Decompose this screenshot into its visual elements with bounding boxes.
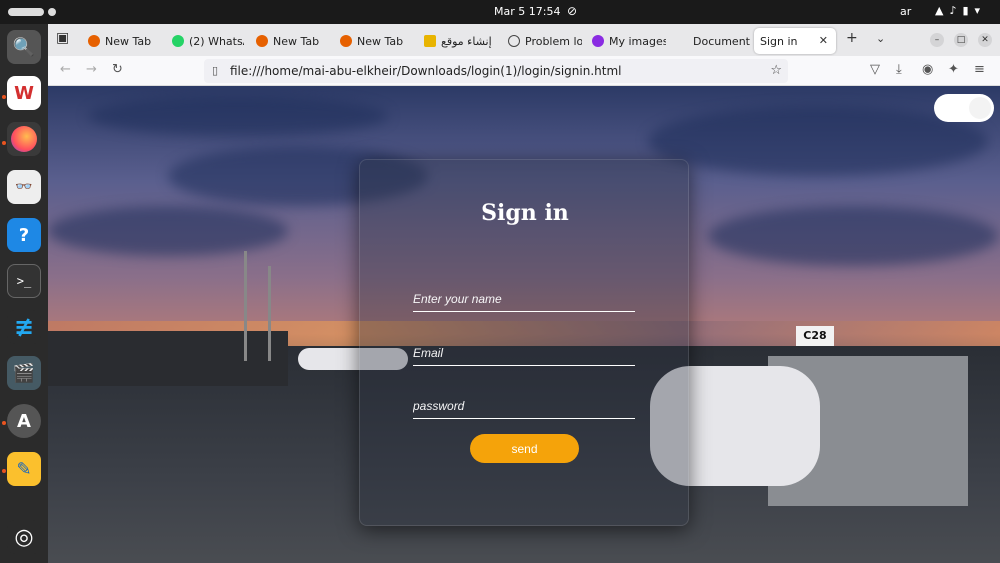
navigation-toolbar: ← → ↻ ▯ file:///home/mai-abu-elkheir/Dow… xyxy=(48,56,1000,86)
name-input[interactable] xyxy=(413,288,635,310)
running-indicator xyxy=(2,469,6,473)
forward-arrow-icon[interactable]: → xyxy=(86,62,97,77)
document-viewer-icon[interactable]: 👓 xyxy=(7,170,41,204)
firefox-window: ▣ New Tab (2) WhatsA New Tab New Tab إنش… xyxy=(48,24,1000,563)
app-center-icon[interactable]: A xyxy=(7,404,41,438)
tab-sign-in[interactable]: Sign in ✕ xyxy=(754,28,836,54)
send-button[interactable]: send xyxy=(470,434,579,463)
terminal-building xyxy=(48,331,288,386)
firefox-favicon xyxy=(256,35,268,47)
maximize-button[interactable]: □ xyxy=(954,33,968,47)
name-field xyxy=(413,288,635,312)
toggle-knob xyxy=(969,97,991,119)
extensions-icon[interactable]: ✦ xyxy=(948,62,959,77)
vscode-icon[interactable]: ≢ xyxy=(7,310,41,344)
list-tabs-chevron-icon[interactable]: ⌄ xyxy=(876,32,885,45)
wps-office-icon[interactable]: W xyxy=(7,76,41,110)
page-viewport: C28 Sign in send xyxy=(48,86,1000,563)
help-icon[interactable]: ? xyxy=(7,218,41,252)
system-top-bar: Mar 5 17:54 ⊘ ar ▲♪▮▾ xyxy=(0,0,1000,24)
tab-problem-loading[interactable]: Problem lo xyxy=(502,28,582,54)
password-input[interactable] xyxy=(413,395,635,417)
running-indicator xyxy=(2,141,6,145)
site-favicon xyxy=(424,35,436,47)
workspace-indicator[interactable] xyxy=(8,8,44,16)
tab-label: إنشاء موقع xyxy=(441,34,492,48)
url-text: file:///home/mai-abu-elkheir/Downloads/l… xyxy=(230,64,622,78)
gate-sign: C28 xyxy=(796,326,834,346)
text-editor-icon[interactable]: ✎ xyxy=(7,452,41,486)
blank-favicon xyxy=(676,35,688,47)
tab-new-tab-2[interactable]: New Tab xyxy=(250,28,330,54)
system-clock[interactable]: Mar 5 17:54 xyxy=(494,5,560,18)
workspace-dot[interactable] xyxy=(48,8,56,16)
downloads-icon[interactable]: ⤓ xyxy=(896,62,902,77)
signin-title: Sign in xyxy=(481,200,569,226)
firefox-favicon xyxy=(340,35,352,47)
light-pole xyxy=(268,266,271,361)
address-bar[interactable]: ▯ file:///home/mai-abu-elkheir/Downloads… xyxy=(204,59,788,83)
tab-label: Sign in xyxy=(760,34,798,48)
system-status-icons[interactable]: ▲♪▮▾ xyxy=(935,4,986,17)
running-indicator xyxy=(2,95,6,99)
menu-hamburger-icon[interactable]: ≡ xyxy=(974,62,985,77)
theme-toggle-switch[interactable] xyxy=(934,94,994,122)
keyboard-language-indicator[interactable]: ar xyxy=(900,5,911,18)
pocket-icon[interactable]: ▽ xyxy=(870,62,880,77)
terminal-icon[interactable]: >_ xyxy=(7,264,41,298)
tab-label: New Tab xyxy=(357,34,404,48)
tab-bar: ▣ New Tab (2) WhatsA New Tab New Tab إنش… xyxy=(48,24,1000,56)
tab-my-images[interactable]: My images xyxy=(586,28,666,54)
notifications-muted-icon: ⊘ xyxy=(567,4,578,18)
bookmark-star-icon[interactable]: ☆ xyxy=(770,59,782,83)
reload-icon[interactable]: ↻ xyxy=(112,62,123,77)
page-icon: ▯ xyxy=(212,64,219,77)
account-icon[interactable]: ◉ xyxy=(922,62,933,77)
firefox-favicon xyxy=(88,35,100,47)
background-cloud xyxy=(48,206,288,256)
whatsapp-favicon xyxy=(172,35,184,47)
minimize-button[interactable]: – xyxy=(930,33,944,47)
back-arrow-icon[interactable]: ← xyxy=(60,62,71,77)
info-icon xyxy=(508,35,520,47)
close-window-button[interactable]: ✕ xyxy=(978,33,992,47)
tab-whatsapp[interactable]: (2) WhatsA xyxy=(166,28,244,54)
images-favicon xyxy=(592,35,604,47)
tab-label: New Tab xyxy=(105,34,152,48)
tab-document[interactable]: Document xyxy=(670,28,750,54)
tab-label: (2) WhatsA xyxy=(189,34,244,48)
background-cloud xyxy=(708,206,998,266)
tab-new-tab-3[interactable]: New Tab xyxy=(334,28,414,54)
ubuntu-dock: 🔍 W 👓 ? >_ ≢ 🎬 A ✎ ◎ xyxy=(0,24,48,563)
password-field xyxy=(413,395,635,419)
light-pole xyxy=(244,251,247,361)
email-field xyxy=(413,342,635,366)
background-cloud xyxy=(88,96,388,136)
signin-card: Sign in send xyxy=(359,159,689,526)
firefox-icon[interactable] xyxy=(7,122,41,156)
tab-label: Problem lo xyxy=(525,34,582,48)
video-player-icon[interactable]: 🎬 xyxy=(7,356,41,390)
email-input[interactable] xyxy=(413,342,635,364)
tab-label: Document xyxy=(693,34,750,48)
tab-arabic-site[interactable]: إنشاء موقع xyxy=(418,28,498,54)
running-indicator xyxy=(2,421,6,425)
close-tab-icon[interactable]: ✕ xyxy=(819,34,828,47)
tab-overview-icon[interactable]: ▣ xyxy=(56,30,69,46)
new-tab-button[interactable]: + xyxy=(846,30,858,46)
search-app-icon[interactable]: 🔍 xyxy=(7,30,41,64)
tab-label: My images xyxy=(609,34,666,48)
tab-label: New Tab xyxy=(273,34,320,48)
tab-new-tab-1[interactable]: New Tab xyxy=(82,28,162,54)
ubuntu-apps-icon[interactable]: ◎ xyxy=(7,520,41,554)
